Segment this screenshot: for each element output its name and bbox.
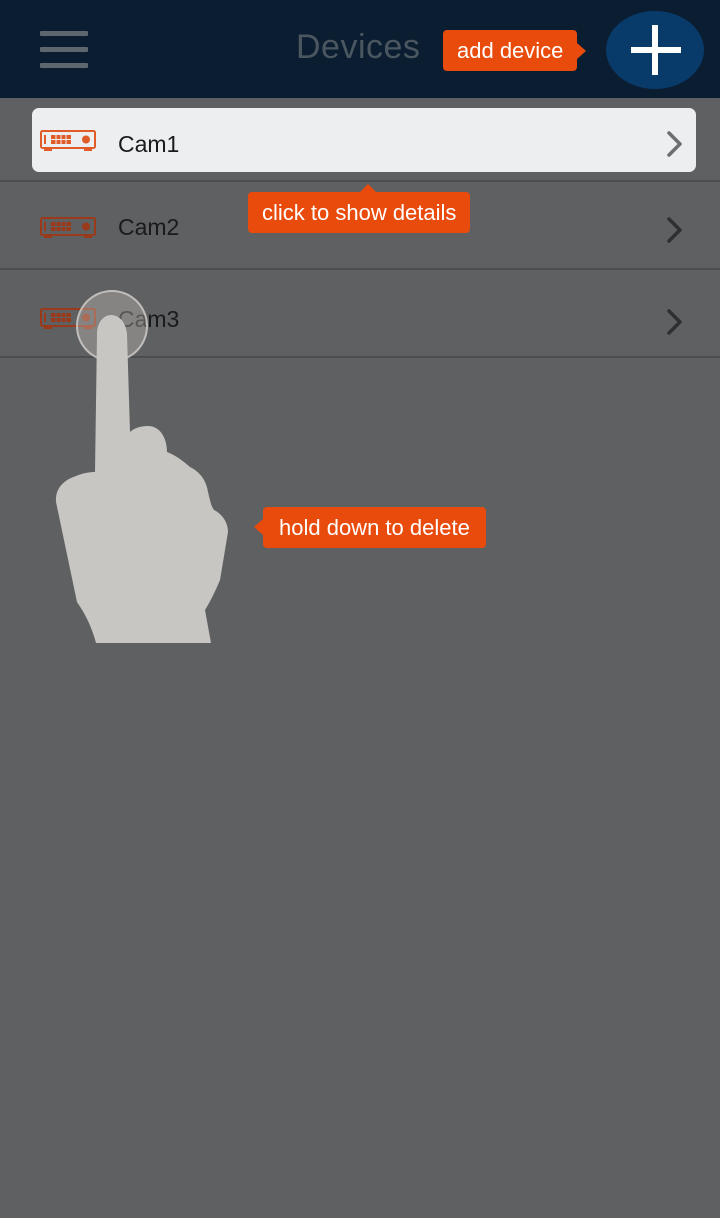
device-name: Cam1: [118, 131, 180, 157]
hold-to-delete-tooltip: hold down to delete: [254, 507, 486, 548]
chevron-right-icon: [667, 131, 682, 157]
menu-line: [40, 63, 88, 68]
chevron-right-icon: [667, 217, 682, 243]
show-details-tooltip: click to show details: [248, 184, 471, 233]
add-device-button[interactable]: [606, 11, 704, 89]
device-name: Cam2: [118, 214, 180, 240]
page-title: Devices: [296, 28, 421, 66]
top-app-bar: Devices add device: [0, 0, 720, 98]
add-device-tooltip: add device: [443, 30, 587, 71]
menu-line: [40, 47, 88, 52]
dvr-recorder-icon: [40, 217, 96, 238]
menu-line: [40, 31, 88, 36]
device-row-cam1[interactable]: Cam1: [0, 98, 720, 182]
hamburger-menu-icon[interactable]: [40, 31, 88, 69]
pointing-hand-icon: [55, 315, 228, 643]
dvr-recorder-icon: [40, 130, 96, 151]
plus-icon: [652, 25, 658, 75]
chevron-right-icon: [667, 309, 682, 335]
